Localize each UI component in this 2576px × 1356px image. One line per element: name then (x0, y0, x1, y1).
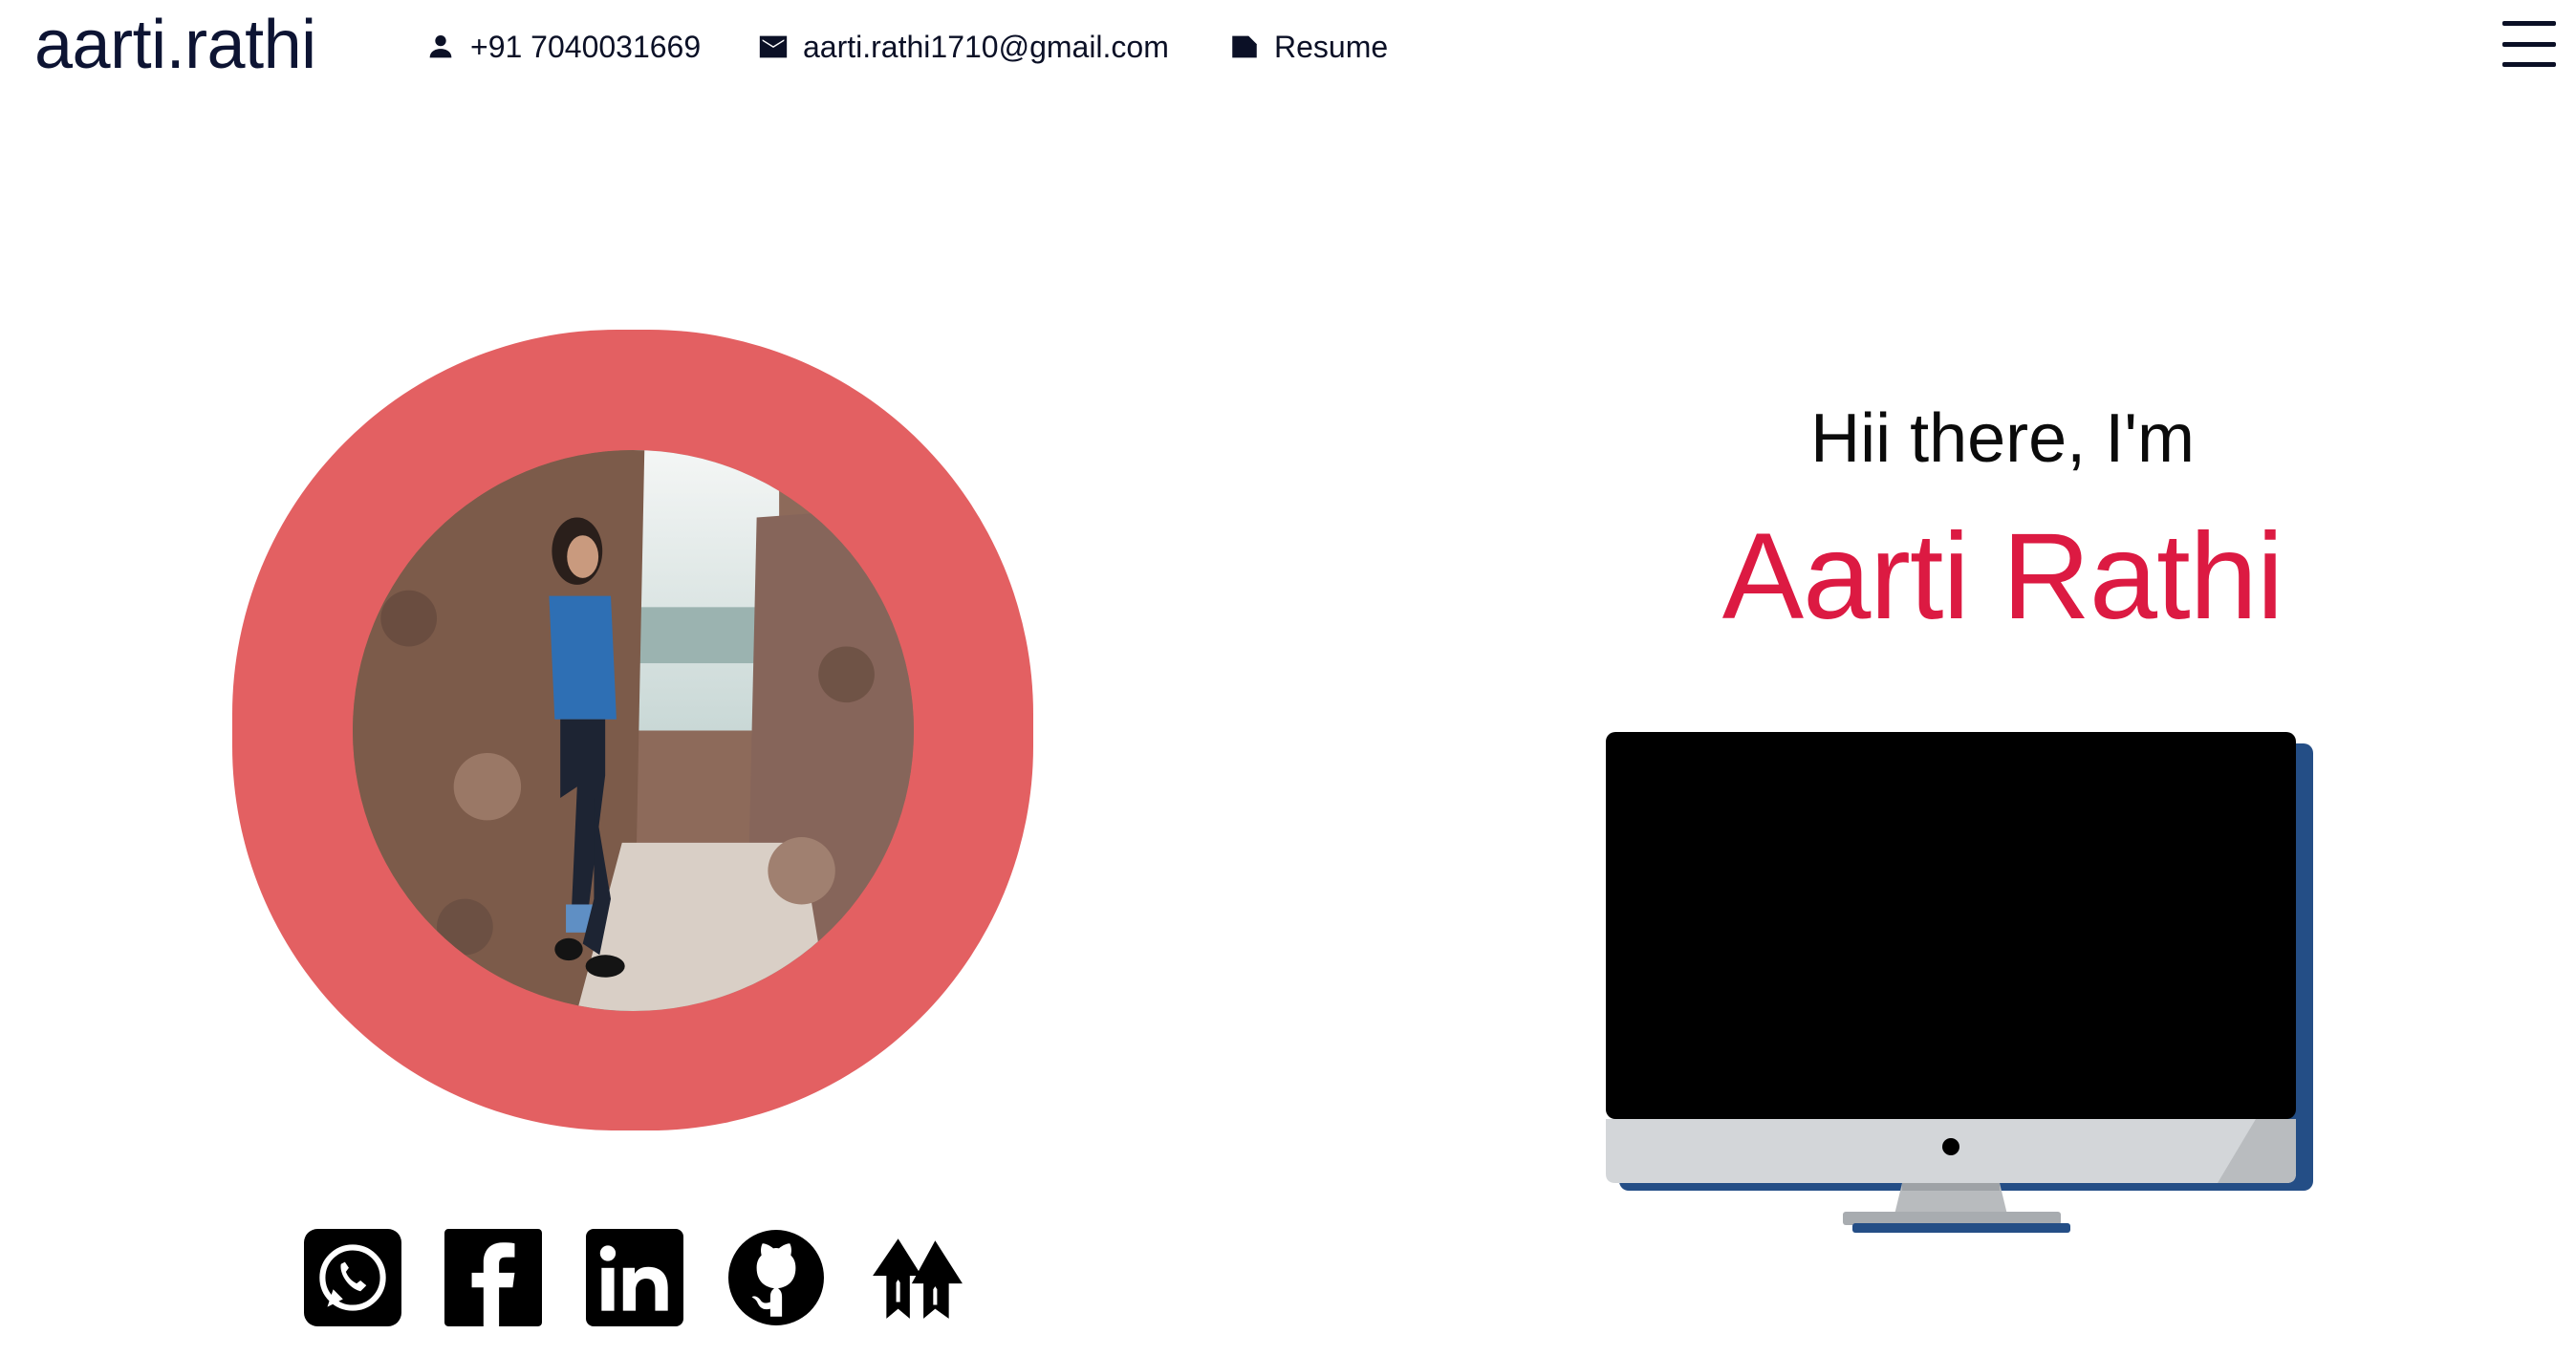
whatsapp-link[interactable] (304, 1229, 401, 1326)
double-arrow-link[interactable] (869, 1229, 966, 1326)
profile-photo (353, 450, 914, 1011)
github-link[interactable] (727, 1229, 825, 1326)
menu-bar (2502, 21, 2556, 26)
linkedin-link[interactable] (586, 1229, 683, 1326)
facebook-icon (444, 1229, 542, 1326)
hero-name: Aarti Rathi (1721, 508, 2284, 645)
site-header: aarti.rathi +91 7040031669 aarti.rathi17… (0, 0, 2576, 96)
phone-label: +91 7040031669 (470, 29, 702, 64)
menu-bar (2502, 62, 2556, 67)
double-arrow-logo-icon (873, 1238, 963, 1319)
mail-icon (759, 35, 788, 58)
phone-link[interactable]: +91 7040031669 (424, 25, 701, 69)
resume-label: Resume (1274, 29, 1389, 64)
menu-bar (2502, 41, 2556, 47)
facebook-link[interactable] (444, 1229, 542, 1326)
label-icon (1232, 35, 1257, 58)
greeting-text: Hii there, I'm (1810, 400, 2195, 477)
email-label: aarti.rathi1710@gmail.com (803, 29, 1169, 64)
person-icon (429, 34, 452, 58)
resume-link[interactable]: Resume (1228, 25, 1388, 69)
github-icon (728, 1230, 824, 1325)
linkedin-icon (586, 1229, 683, 1326)
whatsapp-icon (304, 1229, 401, 1326)
site-logo[interactable]: aarti.rathi (34, 6, 316, 84)
email-link[interactable]: aarti.rathi1710@gmail.com (757, 25, 1169, 69)
computer-monitor-illustration (1606, 732, 2313, 1238)
hamburger-menu-icon[interactable] (2502, 21, 2556, 67)
